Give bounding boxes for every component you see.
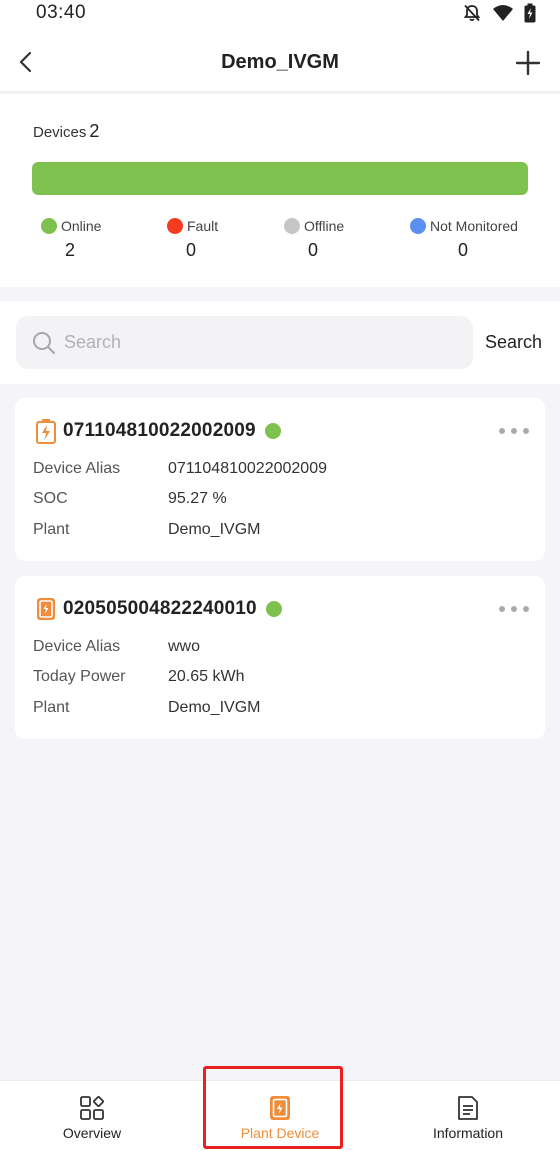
search-box[interactable]	[16, 316, 473, 369]
row-key: Device Alias	[33, 638, 121, 655]
online-progress-fill	[32, 162, 528, 195]
row-key: Plant	[33, 521, 70, 538]
device-serial: 071104810022002009	[63, 420, 256, 441]
status-progress-bar	[32, 162, 528, 195]
devices-label: Devices	[33, 124, 87, 141]
information-icon	[458, 1096, 478, 1120]
row-key: Today Power	[33, 668, 126, 685]
device-row-plant: Plant Demo_IVGM	[33, 699, 260, 717]
stat-fault: Fault 0	[167, 218, 287, 261]
more-options-icon[interactable]	[499, 426, 529, 436]
battery-device-icon	[36, 419, 56, 444]
search-icon	[33, 332, 55, 354]
nav-plant-device-label: Plant Device	[240, 1125, 320, 1141]
search-button[interactable]: Search	[485, 332, 542, 353]
device-card-header: 071104810022002009	[35, 418, 281, 444]
row-value: wwo	[168, 638, 201, 655]
not-monitored-dot	[410, 218, 426, 234]
status-icons	[462, 3, 536, 23]
inverter-device-icon	[37, 598, 55, 620]
nav-plant-device[interactable]: Plant Device	[210, 1081, 350, 1151]
stat-offline-value: 0	[308, 240, 319, 260]
battery-icon	[524, 3, 536, 23]
stat-fault-label: Fault	[187, 218, 219, 234]
nav-information-label: Information	[432, 1125, 504, 1141]
offline-dot	[284, 218, 300, 234]
device-status-dot	[264, 423, 281, 439]
stat-not-monitored-value: 0	[458, 240, 469, 260]
overview-icon	[80, 1096, 104, 1120]
device-card[interactable]: 020505004822240010 Device Alias wwo Toda…	[15, 576, 545, 739]
device-card[interactable]: 071104810022002009 Device Alias 07110481…	[15, 398, 545, 561]
device-serial: 020505004822240010	[63, 598, 257, 619]
more-options-icon[interactable]	[499, 604, 529, 614]
devices-count: 2	[89, 121, 100, 141]
device-row-soc: SOC 95.27 %	[33, 490, 227, 508]
app-header: Demo_IVGM	[0, 32, 560, 92]
device-row-alias: Device Alias wwo	[33, 638, 200, 656]
status-time: 03:40	[36, 2, 87, 23]
stat-offline: Offline 0	[284, 218, 404, 261]
stat-not-monitored-label: Not Monitored	[430, 218, 518, 234]
nav-overview[interactable]: Overview	[22, 1081, 162, 1151]
device-row-alias: Device Alias 071104810022002009	[33, 460, 327, 478]
row-value: Demo_IVGM	[168, 521, 261, 538]
status-bar: 03:40	[0, 0, 560, 32]
bell-off-icon	[463, 4, 481, 22]
search-input[interactable]	[64, 316, 454, 369]
row-value: 071104810022002009	[168, 460, 327, 477]
nav-overview-label: Overview	[62, 1125, 122, 1141]
row-value: 95.27 %	[168, 490, 227, 507]
device-status-dot	[265, 601, 282, 617]
row-value: 20.65 kWh	[168, 668, 245, 685]
device-row-plant: Plant Demo_IVGM	[33, 521, 260, 539]
stat-online-value: 2	[65, 240, 76, 260]
device-card-header: 020505004822240010	[35, 596, 282, 622]
device-row-today-power: Today Power 20.65 kWh	[33, 668, 244, 686]
add-icon[interactable]	[514, 49, 542, 77]
device-summary: Devices 2 Online 2 Fault 0 Offline 0 Not …	[0, 94, 560, 287]
row-key: Device Alias	[33, 460, 121, 477]
wifi-icon	[493, 5, 513, 21]
stat-online: Online 2	[41, 218, 161, 261]
nav-information[interactable]: Information	[398, 1081, 538, 1151]
plant-device-icon	[270, 1096, 290, 1120]
stat-fault-value: 0	[186, 240, 197, 260]
bottom-nav: Overview Plant Device Information	[0, 1080, 560, 1151]
stat-offline-label: Offline	[304, 218, 345, 234]
stat-not-monitored: Not Monitored 0	[410, 218, 550, 261]
row-value: Demo_IVGM	[168, 699, 261, 716]
row-key: SOC	[33, 490, 68, 507]
stat-online-label: Online	[61, 218, 102, 234]
page-title: Demo_IVGM	[221, 51, 339, 73]
devices-total: Devices 2	[33, 121, 99, 142]
online-dot	[41, 218, 57, 234]
search-section: Search	[0, 301, 560, 384]
fault-dot	[167, 218, 183, 234]
row-key: Plant	[33, 699, 70, 716]
